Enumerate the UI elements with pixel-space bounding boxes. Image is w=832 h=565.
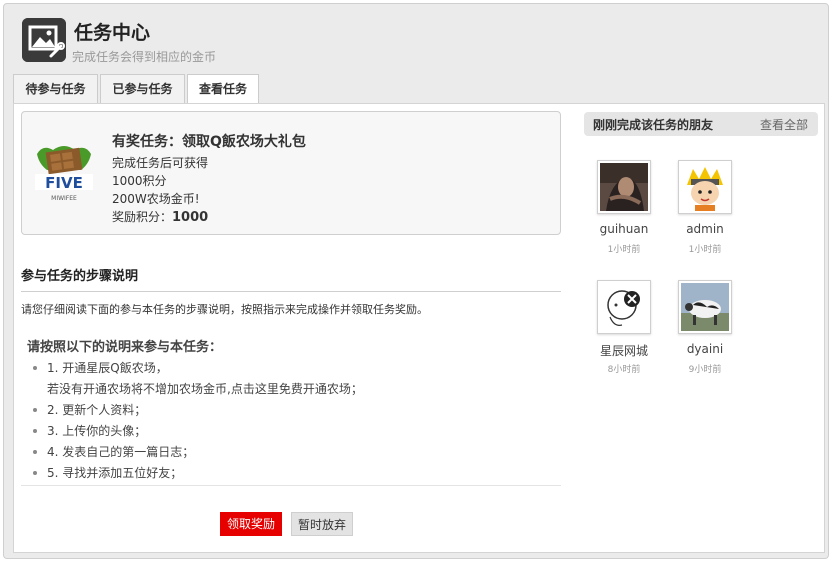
reward-gold: 200W农场金币! [112, 192, 200, 206]
reward-intro: 完成任务后可获得 [112, 156, 209, 170]
friend-time: 1小时前 [688, 245, 722, 255]
bonus-label: 奖励积分： [112, 210, 173, 224]
tab-pending[interactable]: 待参与任务 [13, 74, 98, 104]
friend-name[interactable]: guihuan [583, 222, 665, 236]
follow-title: 请按照以下的说明来参与本任务： [27, 340, 223, 355]
friend-time: 9小时前 [688, 365, 722, 375]
friend-card: dyaini 9小时前 [664, 280, 744, 390]
task-title: 有奖任务：领取Q飯农场大礼包 [112, 134, 306, 150]
claim-reward-button[interactable]: 领取奖励 [220, 512, 282, 536]
friend-name[interactable]: 星辰网城 [583, 342, 665, 359]
view-all-link[interactable]: 查看全部 [760, 116, 808, 133]
step-item-note[interactable]: 若没有开通农场将不增加农场金币,点击这里免费开通农场； [31, 379, 363, 400]
actions-divider [21, 485, 561, 486]
step-item: 4. 发表自己的第一篇日志； [31, 442, 363, 463]
page-header: 任务中心 完成任务会得到相应的金币 [22, 18, 622, 68]
friend-time: 1小时前 [607, 245, 641, 255]
friend-name[interactable]: admin [664, 222, 746, 236]
friend-card: admin 1小时前 [664, 160, 744, 270]
steps-divider [21, 291, 561, 292]
friend-card: 星辰网城 8小时前 [583, 280, 663, 390]
step-item: 1. 开通星辰Q飯农场， [31, 358, 363, 379]
tab-view[interactable]: 查看任务 [187, 74, 259, 105]
steps-description: 请您仔细阅读下面的参与本任务的步骤说明，按照指示来完成操作并领取任务奖励。 [21, 303, 428, 316]
bonus-value: 1000 [172, 210, 209, 225]
friend-avatar[interactable] [678, 280, 732, 334]
task-logo: FIVE MIWIFEE [33, 140, 95, 204]
task-logo-subtext: MIWIFEE [51, 195, 77, 202]
friend-avatar[interactable] [678, 160, 732, 214]
task-center-icon [22, 18, 66, 62]
friend-card: guihuan 1小时前 [583, 160, 663, 270]
step-item: 5. 寻找并添加五位好友； [31, 463, 363, 484]
task-logo-text: FIVE [45, 174, 83, 192]
friends-title: 刚刚完成该任务的朋友 [593, 118, 714, 132]
friend-name[interactable]: dyaini [664, 342, 746, 356]
bonus-points: 奖励积分：1000 [112, 208, 208, 225]
friend-avatar[interactable] [597, 160, 651, 214]
tab-joined[interactable]: 已参与任务 [100, 74, 185, 104]
task-summary: FIVE MIWIFEE 有奖任务：领取Q飯农场大礼包 完成任务后可获得 100… [21, 111, 561, 235]
friend-avatar[interactable] [597, 280, 651, 334]
page-subtitle: 完成任务会得到相应的金币 [72, 50, 217, 64]
steps-title: 参与任务的步骤说明 [21, 269, 139, 284]
step-item: 2. 更新个人资料； [31, 400, 363, 421]
step-item: 3. 上传你的头像； [31, 421, 363, 442]
friend-time: 8小时前 [607, 365, 641, 375]
app-frame: 任务中心 完成任务会得到相应的金币 待参与任务 已参与任务 查看任务 FIVE … [3, 3, 829, 559]
give-up-button[interactable]: 暂时放弃 [291, 512, 353, 536]
task-panel: FIVE MIWIFEE 有奖任务：领取Q飯农场大礼包 完成任务后可获得 100… [13, 103, 825, 553]
friends-header: 刚刚完成该任务的朋友 查看全部 [584, 112, 818, 136]
page-title: 任务中心 [74, 22, 151, 44]
step-list: 1. 开通星辰Q飯农场， 若没有开通农场将不增加农场金币,点击这里免费开通农场；… [31, 358, 363, 484]
reward-points: 1000积分 [112, 174, 167, 188]
